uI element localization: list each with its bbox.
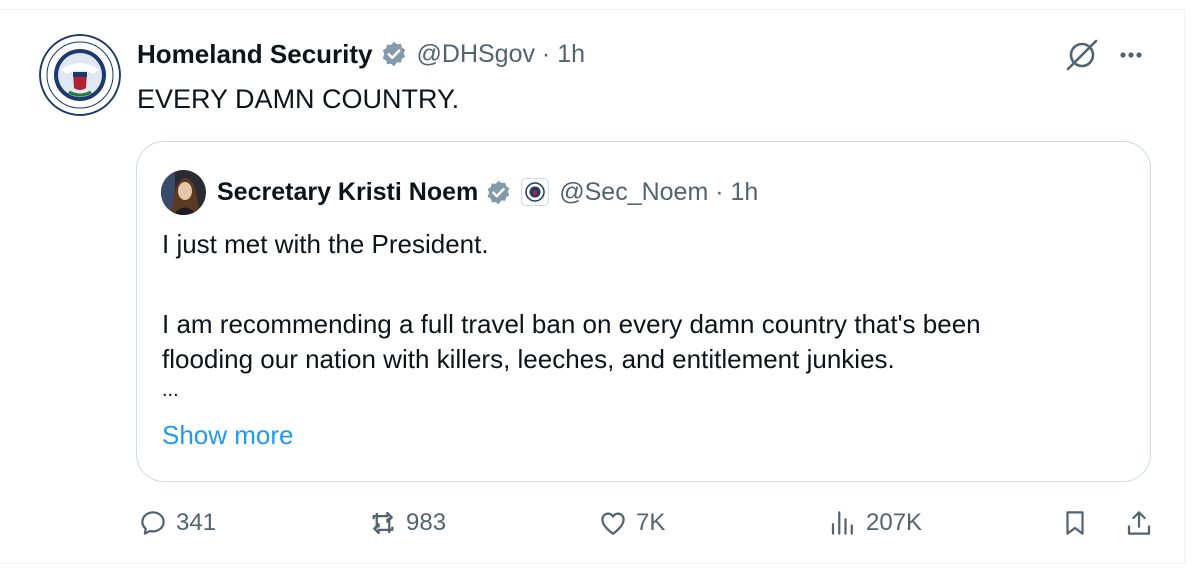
bookmark-icon	[1066, 511, 1084, 535]
quote-text-line: flooding our nation with killers, leeche…	[162, 344, 895, 374]
author-name[interactable]: Homeland Security	[137, 39, 373, 70]
bookmark-button[interactable]	[1060, 508, 1090, 538]
tweet-text: EVERY DAMN COUNTRY.	[137, 84, 460, 114]
action-bar: 341 983 7K 207K	[0, 500, 1199, 550]
repost-button[interactable]: 983	[368, 508, 446, 538]
tweet-header: Homeland Security @DHSgov · 1h	[137, 34, 585, 74]
heart-icon	[601, 512, 625, 535]
quote-header: Secretary Kristi Noem @Sec_Noem · 1h	[217, 172, 758, 212]
reply-icon	[141, 511, 165, 535]
author-handle-time[interactable]: @DHSgov · 1h	[417, 40, 586, 69]
like-button[interactable]: 7K	[598, 508, 665, 538]
affiliation-badge-icon[interactable]	[521, 178, 550, 206]
views-count: 207K	[866, 509, 923, 536]
share-button[interactable]	[1124, 508, 1154, 538]
verified-badge-icon[interactable]	[380, 40, 408, 68]
quote-text-line: I just met with the President.	[162, 229, 489, 259]
views-button[interactable]: 207K	[828, 508, 922, 538]
reply-button[interactable]: 341	[138, 508, 216, 538]
more-options-icon[interactable]	[1116, 40, 1146, 70]
quote-avatar[interactable]	[161, 170, 206, 215]
dhs-seal-icon[interactable]	[39, 34, 121, 116]
bottom-divider	[0, 563, 1184, 564]
like-count: 7K	[636, 509, 666, 536]
repost-count: 983	[406, 509, 447, 536]
grok-icon[interactable]	[1065, 38, 1099, 72]
share-icon	[1127, 511, 1151, 535]
quote-text-line: I am recommending a full travel ban on e…	[162, 309, 981, 339]
quote-verified-badge-icon[interactable]	[485, 179, 512, 206]
repost-icon	[372, 511, 394, 535]
show-more-link[interactable]: Show more	[162, 420, 294, 451]
quote-handle-time[interactable]: @Sec_Noem · 1h	[559, 178, 758, 207]
right-divider	[1184, 9, 1185, 564]
quote-author-name[interactable]: Secretary Kristi Noem	[217, 178, 478, 207]
reply-count: 341	[176, 509, 217, 536]
quoted-tweet-card[interactable]: Secretary Kristi Noem @Sec_Noem · 1h I j…	[136, 141, 1151, 482]
top-divider	[0, 9, 1184, 10]
views-chart-icon	[831, 511, 853, 535]
quote-ellipsis: ...	[162, 379, 179, 401]
